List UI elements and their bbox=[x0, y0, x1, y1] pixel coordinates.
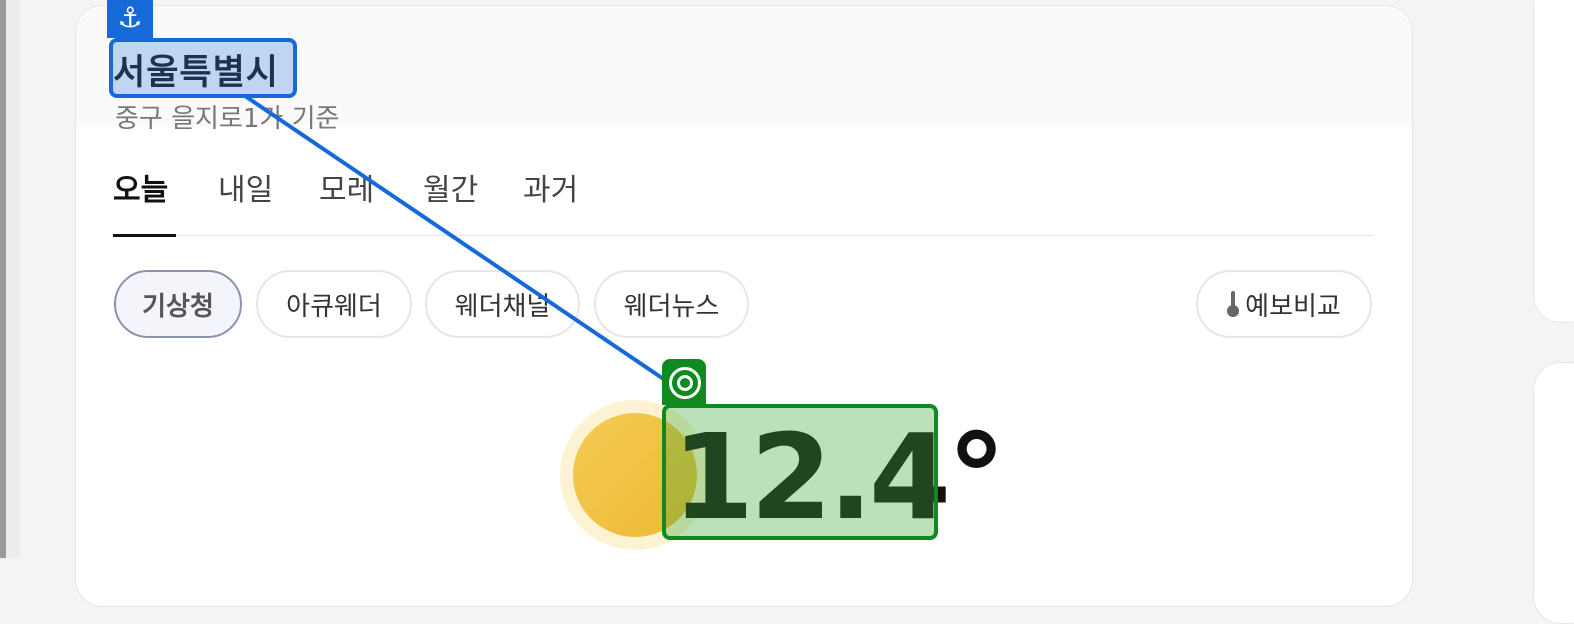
anchor-icon: ⚓ bbox=[107, 0, 153, 38]
target-icon bbox=[662, 359, 706, 405]
target-highlight-box bbox=[662, 404, 938, 540]
anchor-highlight-box bbox=[109, 38, 297, 98]
